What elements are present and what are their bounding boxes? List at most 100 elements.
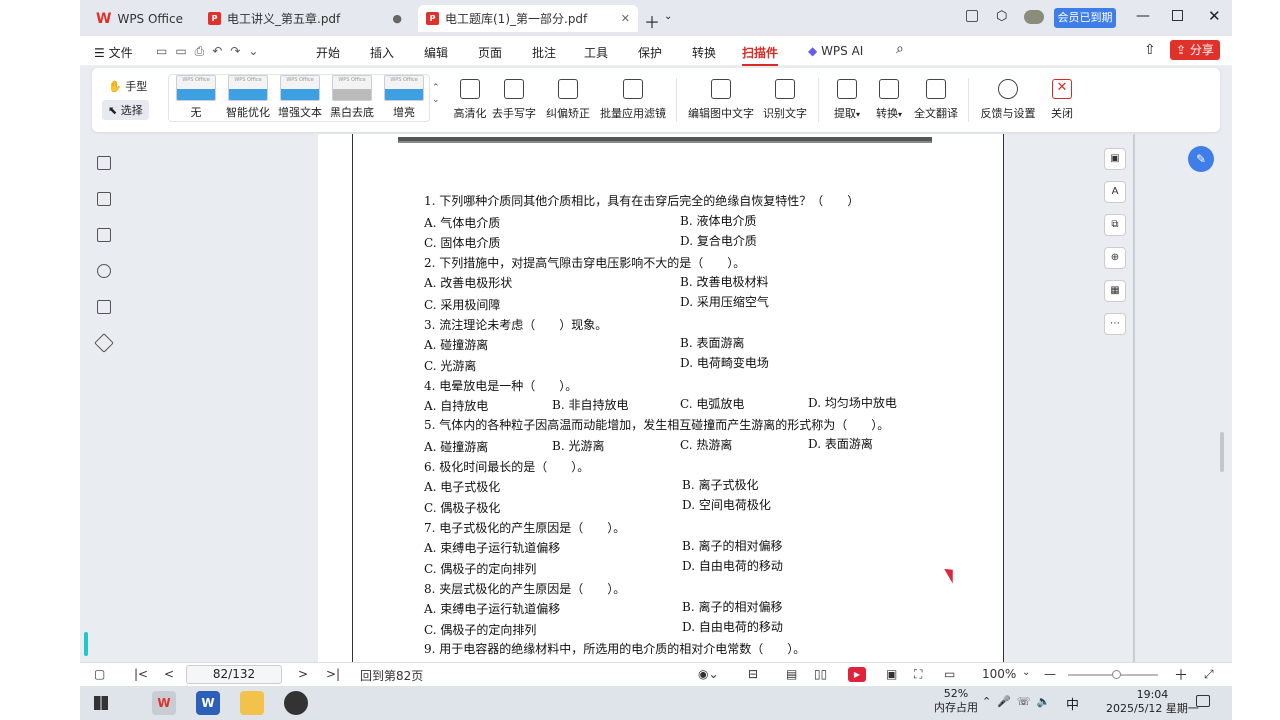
first-page-icon[interactable]: |<	[134, 667, 148, 681]
image-edit-icon[interactable]: ▣	[1104, 148, 1126, 170]
q4-option-a: A. 自持放电	[424, 399, 489, 413]
windows-start-icon[interactable]	[94, 696, 108, 710]
fit-page-icon[interactable]: ▣	[886, 667, 897, 681]
notification-icon[interactable]	[1196, 695, 1210, 707]
scan-image-icon[interactable]: ▦	[1104, 280, 1126, 302]
tab-doc-2[interactable]: P 电工题库(1)_第一部分.pdf ✕	[418, 5, 638, 32]
q1-option-c: C. 固体电介质	[424, 236, 501, 250]
menu-insert[interactable]: 插入	[370, 44, 394, 61]
q8-option-b: B. 离子的相对偏移	[682, 600, 783, 614]
tool-feedback[interactable]: 反馈与设置	[978, 76, 1038, 121]
layers-icon[interactable]	[94, 333, 114, 353]
menu-protect[interactable]: 保护	[638, 44, 662, 61]
fit-width-icon[interactable]: ⊟	[748, 667, 758, 681]
folder-taskbar-icon[interactable]	[240, 691, 264, 715]
question-3: 3. 流注理论未考虑（ ）现象。	[424, 318, 608, 332]
menu-start[interactable]: 开始	[316, 44, 340, 61]
maximize-icon[interactable]	[1172, 10, 1183, 21]
attachment-icon[interactable]	[97, 264, 111, 278]
close-icon[interactable]: ✕	[621, 12, 630, 25]
member-badge[interactable]: 会员已到期	[1054, 8, 1116, 28]
menu-convert[interactable]: 转换	[692, 44, 716, 61]
prev-page-icon[interactable]: <	[164, 667, 174, 681]
ime-indicator[interactable]: 中	[1066, 694, 1079, 713]
menu-annotate[interactable]: 批注	[532, 44, 556, 61]
double-page-icon[interactable]: ▯▯	[814, 667, 827, 681]
tool-deskew[interactable]: 纠偏矫正	[542, 76, 594, 121]
zoom-level[interactable]: 100%	[982, 667, 1016, 681]
gallery-scroll-icon[interactable]: ⌃ ⌄	[432, 82, 440, 106]
tool-batch-filter[interactable]: 批量应用滤镜	[596, 76, 670, 121]
back-to-page-link[interactable]: 回到第82页	[360, 667, 423, 684]
tool-edit-image-text[interactable]: 编辑图中文字	[686, 76, 756, 121]
tool-ocr[interactable]: 识别文字	[760, 76, 810, 121]
comment-icon[interactable]	[97, 228, 111, 242]
fullscreen-icon[interactable]: ⛶	[914, 667, 922, 682]
tray-icons[interactable]: ⌃🎤☏🔈	[982, 695, 1056, 708]
search-icon[interactable]: ⌕	[896, 41, 904, 57]
view-icon[interactable]: ◉⌄	[698, 667, 719, 681]
tool-hd[interactable]: 高清化	[446, 76, 494, 121]
expand-icon[interactable]: ⤢	[1204, 667, 1214, 682]
clock[interactable]: 19:04 2025/5/12 星期一	[1106, 688, 1199, 716]
split-icon[interactable]: ⧉	[1104, 214, 1126, 236]
single-page-icon[interactable]: ▤	[786, 667, 797, 681]
tool-extract[interactable]: 提取▾	[828, 76, 866, 121]
next-page-icon[interactable]: >	[298, 667, 308, 681]
play-icon[interactable]: ▶	[848, 667, 866, 682]
minimize-icon[interactable]: —	[1136, 8, 1150, 24]
cloud-upload-icon[interactable]: ⇧	[1144, 42, 1156, 58]
menu-page[interactable]: 页面	[478, 44, 502, 61]
q8-option-c: C. 偶极子的定向排列	[424, 623, 537, 637]
avatar[interactable]	[1024, 10, 1044, 24]
wps-taskbar-icon[interactable]: W	[152, 691, 176, 715]
menu-file[interactable]: ☰ 文件	[94, 44, 133, 61]
last-page-icon[interactable]: >|	[326, 667, 340, 681]
select-tool[interactable]: ⬉ 选择	[102, 100, 149, 120]
filter-none[interactable]: WPS Office 无	[172, 75, 220, 120]
tab-doc-1[interactable]: P 电工讲义_第五章.pdf ●	[200, 5, 410, 32]
zoom-in-icon[interactable]: ＋	[1174, 665, 1188, 685]
zoom-dropdown-icon[interactable]: ⌄	[1022, 667, 1030, 678]
more-icon[interactable]: ⋯	[1104, 313, 1126, 335]
filter-smart[interactable]: WPS Office 智能优化	[224, 75, 272, 120]
divider	[818, 78, 819, 122]
ai-assistant-icon[interactable]: ✎	[1188, 146, 1214, 172]
menu-wps-ai[interactable]: ◆ WPS AI	[808, 44, 863, 58]
tool-remove-handwriting[interactable]: 去手写字	[488, 76, 540, 121]
bookmark-icon[interactable]	[97, 156, 111, 170]
menu-edit[interactable]: 编辑	[424, 44, 448, 61]
menu-scan[interactable]: 扫描件	[742, 44, 779, 66]
tab-wps-office[interactable]: W WPS Office	[88, 5, 192, 32]
word-taskbar-icon[interactable]: W	[196, 691, 220, 715]
share-button[interactable]: ⇪ 分享	[1170, 40, 1220, 60]
tool-close[interactable]: ✕ 关闭	[1044, 76, 1080, 121]
panel-toggle-icon[interactable]: ▢	[94, 667, 105, 681]
zoom-icon[interactable]: ⊕	[1104, 247, 1126, 269]
hand-tool[interactable]: ✋ 手型	[108, 78, 147, 94]
filter-bw[interactable]: WPS Office 黑白去底	[328, 75, 376, 120]
close-window-icon[interactable]: ✕	[1208, 7, 1221, 25]
chevron-down-icon[interactable]: ⌄	[664, 11, 672, 22]
new-tab-icon[interactable]: ＋	[644, 9, 660, 33]
zoom-slider-thumb[interactable]	[1112, 670, 1121, 679]
close-icon[interactable]: ●	[392, 12, 402, 25]
window-icon[interactable]	[966, 10, 978, 22]
side-handle[interactable]	[84, 632, 88, 656]
scrollbar-thumb[interactable]	[1220, 432, 1224, 472]
cube-icon[interactable]: ⬡	[996, 9, 1007, 24]
question-4: 4. 电晕放电是一种（ ）。	[424, 379, 578, 393]
thumbnail-icon[interactable]	[97, 192, 111, 206]
quick-access-icons[interactable]: ▭▭⎙↶↷⌄	[156, 44, 266, 59]
page-number-input[interactable]: 82/132	[186, 665, 282, 684]
tool-convert[interactable]: 转换▾	[870, 76, 908, 121]
menu-tools[interactable]: 工具	[584, 44, 608, 61]
tool-translate[interactable]: 全文翻译	[912, 76, 960, 121]
zoom-out-icon[interactable]: —	[1044, 667, 1056, 681]
eye-mode-icon[interactable]: ▭	[944, 667, 955, 681]
filter-brighten[interactable]: WPS Office 增亮	[380, 75, 428, 120]
filter-enhance-text[interactable]: WPS Office 增强文本	[276, 75, 324, 120]
text-style-icon[interactable]: A	[1104, 181, 1126, 203]
sign-icon[interactable]	[97, 300, 111, 314]
app-taskbar-icon[interactable]	[284, 691, 308, 715]
